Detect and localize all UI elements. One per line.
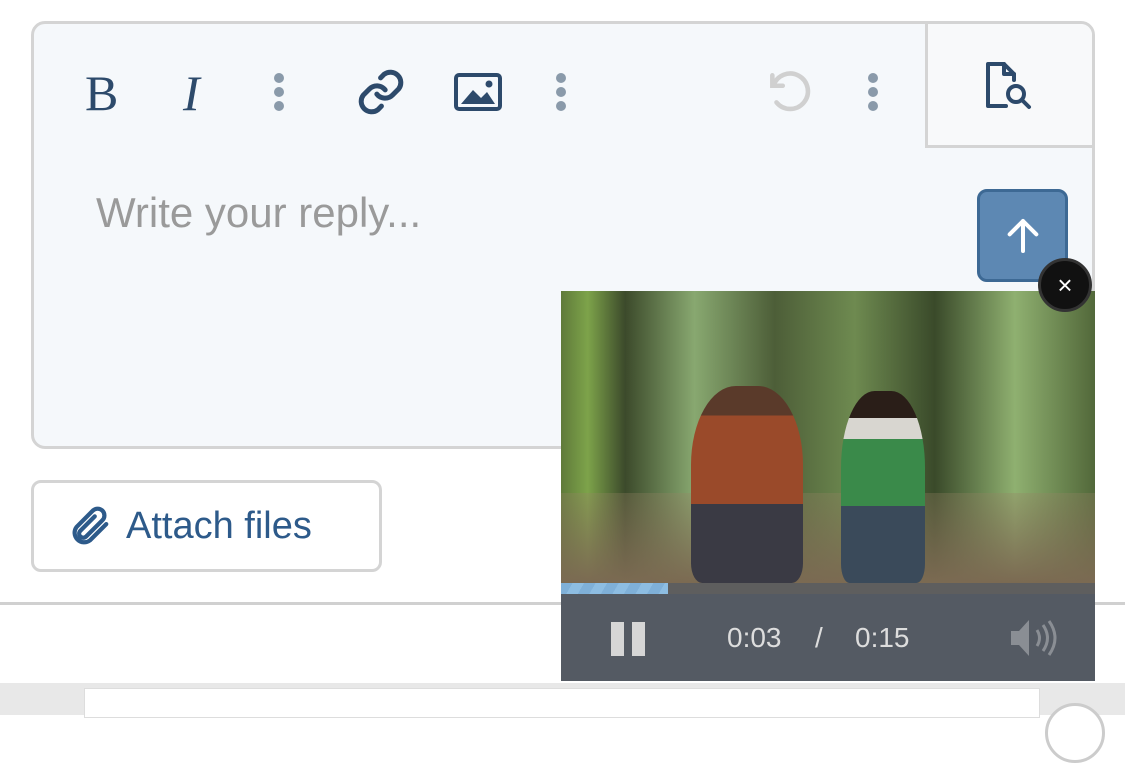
volume-button[interactable] [1009,616,1061,667]
svg-text:B: B [85,70,118,114]
next-section [0,683,1125,763]
paperclip-icon [72,506,109,545]
link-icon [358,69,404,115]
pause-button[interactable] [611,622,645,656]
volume-icon [1011,620,1057,656]
preview-button[interactable] [925,24,1092,148]
more-options-button-1[interactable] [251,64,307,120]
current-time: 0:03 [727,622,782,653]
image-icon [454,73,502,111]
undo-button[interactable] [761,64,817,120]
video-frame [561,291,1095,583]
bold-icon: B [85,70,118,114]
close-video-button[interactable]: × [1038,258,1092,312]
close-icon: × [1057,269,1073,300]
document-search-icon [986,61,1031,109]
attach-files-label: Attach files [126,504,312,547]
italic-icon: I [182,70,202,114]
attach-files-button[interactable]: Attach files [31,480,382,572]
pause-icon [611,622,624,656]
more-vertical-icon [274,73,284,111]
video-progress-bar[interactable] [561,583,1095,594]
more-vertical-icon [868,73,878,111]
more-options-button-3[interactable] [845,64,901,120]
video-progress-fill [561,583,668,594]
undo-icon [770,71,811,112]
more-options-button-2[interactable] [533,64,589,120]
time-separator: / [815,622,823,653]
bold-button[interactable]: B [75,64,131,120]
link-button[interactable] [353,64,409,120]
video-player[interactable]: 0:03 / 0:15 [561,291,1095,681]
reply-input[interactable]: Write your reply... [96,189,421,237]
italic-button[interactable]: I [169,64,225,120]
duration: 0:15 [855,622,910,653]
more-vertical-icon [556,73,566,111]
image-button[interactable] [450,64,506,120]
svg-text:I: I [182,70,202,114]
arrow-up-icon [1007,218,1038,253]
video-controls: 0:03 / 0:15 [561,594,1095,681]
